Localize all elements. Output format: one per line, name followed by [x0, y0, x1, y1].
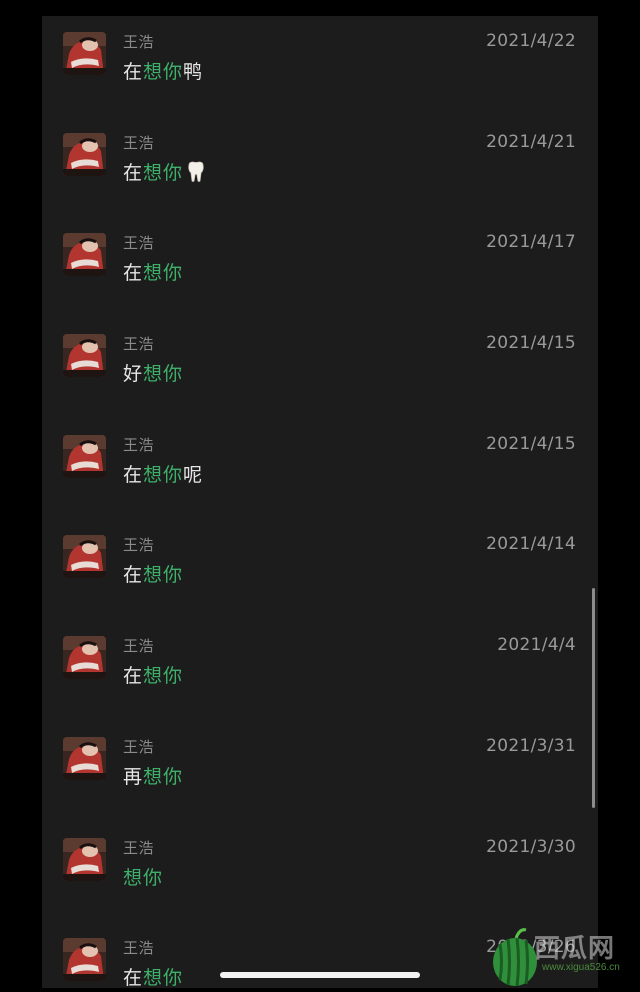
- avatar[interactable]: [63, 233, 106, 277]
- message-preview: 在想你: [123, 258, 183, 285]
- message-date: 2021/4/22: [486, 31, 576, 51]
- message-date: 2021/3/31: [486, 735, 576, 756]
- message-preview: 好想你: [123, 359, 183, 386]
- search-keyword-highlight: 想你: [143, 967, 184, 988]
- avatar[interactable]: [63, 132, 106, 176]
- avatar[interactable]: [63, 32, 106, 75]
- message-prefix: 在: [123, 463, 144, 486]
- search-result-item[interactable]: 王浩 2021/4/17 在想你: [42, 217, 598, 318]
- message-prefix: 再: [123, 765, 144, 788]
- scrollbar[interactable]: [592, 588, 595, 808]
- contact-name: 王浩: [123, 435, 155, 454]
- search-keyword-highlight: 想你: [143, 262, 184, 285]
- message-preview: 在想你鸭: [123, 57, 203, 84]
- message-preview: 在想你: [123, 560, 183, 587]
- search-keyword-highlight: 想你: [123, 866, 164, 889]
- message-date: 2021/4/15: [486, 333, 576, 354]
- message-suffix: 鸭: [183, 61, 204, 83]
- contact-name: 王浩: [123, 737, 155, 756]
- home-indicator[interactable]: [220, 972, 420, 978]
- avatar[interactable]: [63, 837, 106, 881]
- message-preview: 在想你呢: [123, 460, 203, 487]
- message-preview: 在想你: [123, 963, 183, 988]
- search-result-item[interactable]: 王浩 2021/3/31 再想你: [42, 721, 598, 822]
- contact-name: 王浩: [123, 335, 155, 354]
- search-keyword-highlight: 想你: [143, 665, 184, 688]
- contact-name: 王浩: [123, 133, 155, 152]
- message-date: 2021/4/4: [497, 635, 576, 656]
- avatar[interactable]: [63, 334, 106, 378]
- avatar[interactable]: [63, 535, 106, 579]
- message-prefix: 在: [123, 665, 144, 688]
- search-result-item[interactable]: 王浩 2021/4/15 在想你呢: [42, 419, 598, 520]
- contact-name: 王浩: [123, 33, 155, 51]
- avatar[interactable]: [63, 636, 106, 680]
- watermark: 西瓜网 www.xigua526.cn: [490, 924, 640, 988]
- message-preview: 在想你: [123, 158, 207, 185]
- contact-name: 王浩: [123, 234, 155, 253]
- message-prefix: 在: [123, 161, 144, 184]
- search-results-screen: 王浩 2021/4/22 在想你鸭 王浩 2021/4/21 在想你 王浩 2021/4/…: [42, 16, 598, 988]
- message-preview: 再想你: [123, 762, 183, 789]
- watermark-text: 西瓜网: [534, 934, 616, 964]
- message-date: 2021/3/30: [486, 836, 576, 857]
- message-search-results: 王浩 2021/4/22 在想你鸭 王浩 2021/4/21 在想你 王浩 2021/4/…: [42, 16, 598, 988]
- search-result-item[interactable]: 王浩 2021/4/22 在想你鸭: [42, 16, 598, 117]
- search-keyword-highlight: 想你: [143, 161, 184, 184]
- search-keyword-highlight: 想你: [143, 61, 184, 83]
- avatar[interactable]: [63, 938, 106, 982]
- search-result-item[interactable]: 王浩 2021/4/21 在想你: [42, 117, 598, 218]
- message-date: 2021/4/21: [486, 131, 576, 152]
- message-date: 2021/4/17: [486, 232, 576, 253]
- search-keyword-highlight: 想你: [143, 463, 184, 486]
- search-keyword-highlight: 想你: [143, 765, 184, 788]
- message-prefix: 在: [123, 61, 144, 83]
- contact-name: 王浩: [123, 939, 155, 958]
- contact-name: 王浩: [123, 637, 155, 656]
- tooth-icon: [188, 161, 204, 182]
- search-keyword-highlight: 想你: [143, 363, 184, 386]
- message-date: 2021/4/15: [486, 433, 576, 454]
- message-preview: 在想你: [123, 661, 183, 688]
- message-prefix: 在: [123, 564, 144, 587]
- message-preview: 想你: [123, 863, 163, 890]
- contact-name: 王浩: [123, 536, 155, 555]
- avatar[interactable]: [63, 736, 106, 780]
- search-result-item[interactable]: 王浩 2021/4/4 在想你: [42, 620, 598, 721]
- search-result-item[interactable]: 王浩 2021/4/15 好想你: [42, 318, 598, 419]
- message-suffix: 呢: [183, 463, 204, 486]
- message-date: 2021/4/14: [486, 534, 576, 555]
- search-result-item[interactable]: 王浩 2021/4/14 在想你: [42, 519, 598, 620]
- watermark-url: www.xigua526.cn: [542, 962, 620, 973]
- watermelon-logo-icon: [493, 928, 537, 987]
- search-keyword-highlight: 想你: [143, 564, 184, 587]
- message-prefix: 在: [123, 967, 144, 988]
- message-prefix: 好: [123, 363, 144, 386]
- contact-name: 王浩: [123, 838, 155, 857]
- message-prefix: 在: [123, 262, 144, 285]
- avatar[interactable]: [63, 434, 106, 478]
- search-result-item[interactable]: 王浩 2021/3/30 想你: [42, 822, 598, 923]
